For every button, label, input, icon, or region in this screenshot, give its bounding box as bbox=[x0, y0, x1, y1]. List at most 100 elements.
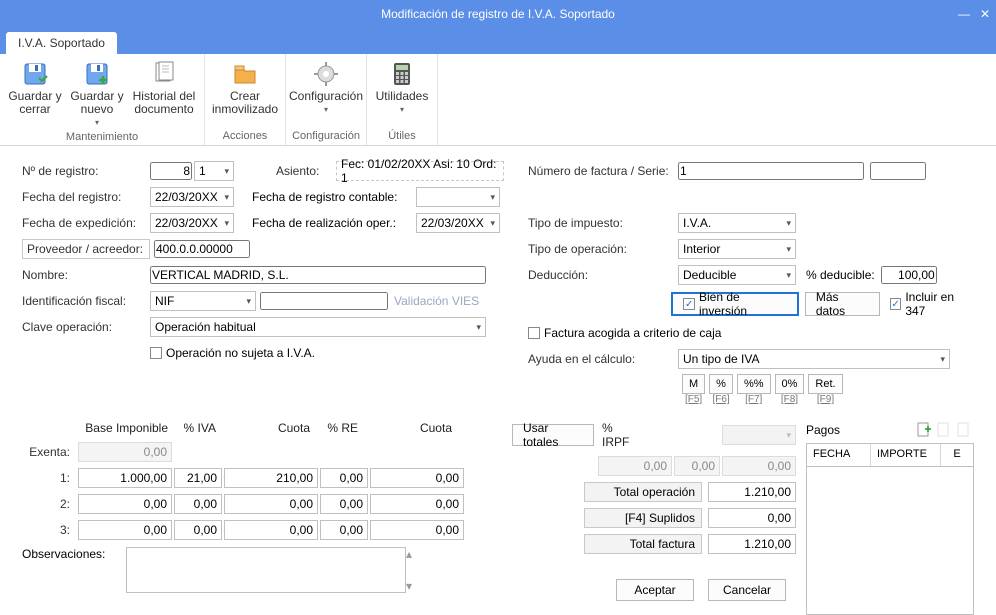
deduccion-label: Deducción: bbox=[528, 268, 678, 282]
r3-cuota2[interactable] bbox=[370, 520, 464, 540]
asiento-field[interactable]: Fec: 01/02/20XX Asi: 10 Ord: 1 bbox=[336, 161, 504, 181]
criterio-caja-checkbox[interactable]: Factura acogida a criterio de caja bbox=[528, 326, 721, 340]
r2-pctre[interactable] bbox=[320, 494, 368, 514]
gear-icon bbox=[312, 60, 340, 88]
minimize-icon[interactable]: — bbox=[958, 7, 970, 21]
pagos-header: FECHA IMPORTE E bbox=[806, 443, 974, 467]
exenta-base bbox=[78, 442, 172, 462]
no-sujeta-checkbox[interactable]: Operación no sujeta a I.V.A. bbox=[150, 346, 315, 360]
save-new-icon bbox=[83, 60, 111, 88]
r2-pctiva[interactable] bbox=[174, 494, 222, 514]
doc-history-button[interactable]: Historial del documento bbox=[128, 56, 200, 116]
fecha-expedicion-field[interactable]: 22/03/20XX▾ bbox=[150, 213, 234, 233]
r3-base[interactable] bbox=[78, 520, 172, 540]
save-close-button[interactable]: Guardar y cerrar bbox=[4, 56, 66, 116]
r3-pctre[interactable] bbox=[320, 520, 368, 540]
r1-pctre[interactable] bbox=[320, 468, 368, 488]
cancelar-button[interactable]: Cancelar bbox=[708, 579, 786, 601]
irpf-type-select[interactable]: ▾ bbox=[722, 425, 796, 445]
observaciones-label: Observaciones: bbox=[22, 547, 126, 561]
nombre-field[interactable] bbox=[150, 266, 486, 284]
ayuda-calculo-field[interactable]: Un tipo de IVA▾ bbox=[678, 349, 950, 369]
r3-cuota[interactable] bbox=[224, 520, 318, 540]
fecha-expedicion-label: Fecha de expedición: bbox=[22, 216, 150, 230]
fecha-realizacion-field[interactable]: 22/03/20XX▾ bbox=[416, 213, 500, 233]
fecha-reg-contable-field[interactable]: ▾ bbox=[416, 187, 500, 207]
right-column: Número de factura / Serie: Tipo de impue… bbox=[528, 160, 974, 409]
r2-cuota2[interactable] bbox=[370, 494, 464, 514]
total-factura-value[interactable] bbox=[708, 534, 796, 554]
observaciones-field[interactable] bbox=[126, 547, 406, 593]
r1-base[interactable] bbox=[78, 468, 172, 488]
titlebar: Modificación de registro de I.V.A. Sopor… bbox=[0, 0, 996, 28]
num-registro-label: Nº de registro: bbox=[22, 164, 150, 178]
proveedor-label[interactable]: Proveedor / acreedor: bbox=[22, 239, 150, 259]
incluir-347-checkbox[interactable]: Incluir en 347 bbox=[890, 290, 974, 318]
r1-pctiva[interactable] bbox=[174, 468, 222, 488]
validacion-vies-link[interactable]: Validación VIES bbox=[394, 294, 479, 308]
add-pago-icon[interactable] bbox=[916, 422, 932, 438]
tipo-operacion-label: Tipo de operación: bbox=[528, 242, 678, 256]
clave-op-field[interactable]: Operación habitual▾ bbox=[150, 317, 486, 337]
deduccion-field[interactable]: Deducible▾ bbox=[678, 265, 796, 285]
pctpct-button[interactable]: %% bbox=[737, 374, 771, 394]
chevron-down-icon: ▾ bbox=[324, 103, 328, 116]
col-pctirpf: % IRPF bbox=[594, 419, 644, 451]
proveedor-field[interactable] bbox=[154, 240, 250, 258]
num-registro-sub[interactable]: 1▾ bbox=[194, 161, 234, 181]
fecha-registro-label: Fecha del registro: bbox=[22, 190, 150, 204]
edit-pago-icon[interactable] bbox=[936, 422, 952, 438]
group-utils: Útiles bbox=[388, 128, 416, 145]
delete-pago-icon[interactable] bbox=[956, 422, 972, 438]
create-asset-button[interactable]: Crear inmovilizado bbox=[209, 56, 281, 116]
pct-deducible-field[interactable] bbox=[881, 266, 937, 284]
close-icon[interactable]: ✕ bbox=[980, 7, 990, 21]
zero-pct-button[interactable]: 0% bbox=[775, 374, 805, 394]
suplidos-value[interactable] bbox=[708, 508, 796, 528]
fecha-reg-contable-label: Fecha de registro contable: bbox=[252, 190, 416, 204]
tipo-impuesto-field[interactable]: I.V.A.▾ bbox=[678, 213, 796, 233]
left-column: Nº de registro: 1▾ Asiento: Fec: 01/02/2… bbox=[22, 160, 504, 409]
fecha-registro-field[interactable]: 22/03/20XX▾ bbox=[150, 187, 234, 207]
col-cuota: Cuota bbox=[220, 419, 314, 437]
id-fiscal-type[interactable]: NIF▾ bbox=[150, 291, 256, 311]
tab-row: I.V.A. Soportado bbox=[0, 28, 996, 54]
irpf-base bbox=[598, 456, 672, 476]
usar-totales-button[interactable]: Usar totales bbox=[512, 424, 594, 446]
aceptar-button[interactable]: Aceptar bbox=[616, 579, 694, 601]
serie-field[interactable] bbox=[870, 162, 926, 180]
pct-button[interactable]: % bbox=[709, 374, 733, 394]
total-operacion-label: Total operación bbox=[584, 482, 702, 502]
tab-iva-soportado[interactable]: I.V.A. Soportado bbox=[6, 32, 117, 54]
mas-datos-button[interactable]: Más datos bbox=[805, 292, 880, 316]
id-fiscal-value[interactable] bbox=[260, 292, 388, 310]
config-button[interactable]: Configuración ▾ bbox=[290, 56, 362, 116]
col-pctre: % RE bbox=[314, 419, 362, 437]
pagos-panel: Pagos FECHA IMPORTE E bbox=[806, 419, 974, 615]
row-exenta-label: Exenta: bbox=[22, 445, 78, 459]
r1-cuota2[interactable] bbox=[370, 468, 464, 488]
irpf-pct bbox=[674, 456, 720, 476]
irpf-cuota bbox=[722, 456, 796, 476]
num-registro-field[interactable] bbox=[150, 162, 192, 180]
folder-icon bbox=[231, 60, 259, 88]
save-new-button[interactable]: Guardar y nuevo ▾ bbox=[66, 56, 128, 129]
utilities-button[interactable]: Utilidades ▾ bbox=[371, 56, 433, 116]
ret-button[interactable]: Ret. bbox=[808, 374, 842, 394]
total-operacion-value[interactable] bbox=[708, 482, 796, 502]
col-base: Base Imponible bbox=[78, 419, 172, 437]
r2-base[interactable] bbox=[78, 494, 172, 514]
bien-inversion-button[interactable]: Bien de inversión bbox=[671, 292, 798, 316]
clave-op-label: Clave operación: bbox=[22, 320, 150, 334]
window-title: Modificación de registro de I.V.A. Sopor… bbox=[381, 7, 615, 21]
r1-cuota[interactable] bbox=[224, 468, 318, 488]
tipo-operacion-field[interactable]: Interior▾ bbox=[678, 239, 796, 259]
suplidos-label[interactable]: [F4] Suplidos bbox=[584, 508, 702, 528]
r2-cuota[interactable] bbox=[224, 494, 318, 514]
pagos-body[interactable] bbox=[806, 467, 974, 615]
m-button[interactable]: M bbox=[682, 374, 705, 394]
r3-pctiva[interactable] bbox=[174, 520, 222, 540]
num-factura-field[interactable] bbox=[678, 162, 864, 180]
ribbon: Guardar y cerrar Guardar y nuevo ▾ Histo… bbox=[0, 54, 996, 146]
chevron-down-icon: ▾ bbox=[95, 116, 99, 129]
